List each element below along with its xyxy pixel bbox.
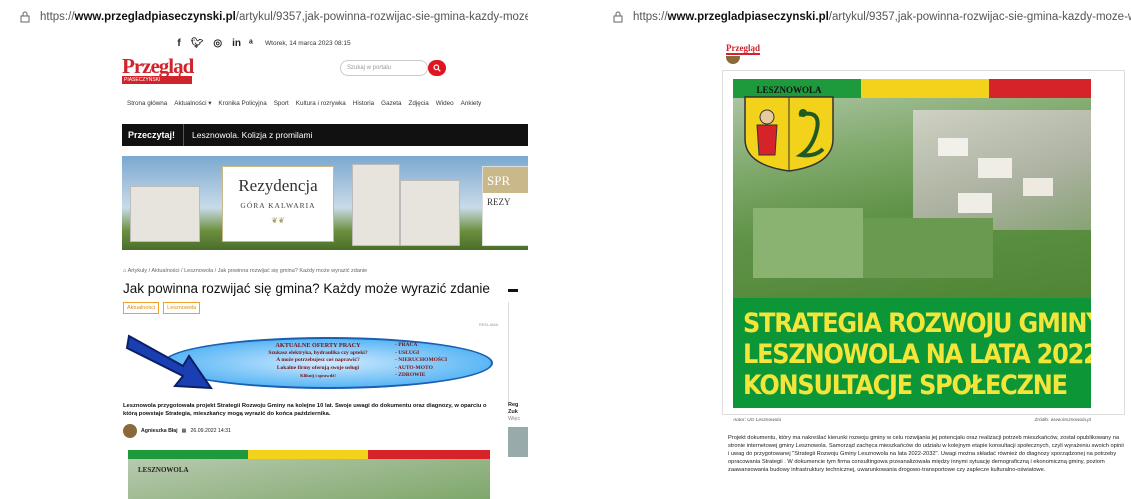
ad-line4: Lokalne firmy oferują swoje usługi: [276, 364, 360, 371]
headline-line-3: KONSULTACJE SPOŁECZNE: [743, 369, 1068, 401]
sidebar-text-1[interactable]: Reg: [508, 402, 528, 409]
banner-side-panel: SPR REZY: [482, 166, 528, 246]
emblem-caption: LESZNOWOLA: [756, 85, 822, 95]
banner-side-top: SPR: [483, 167, 528, 193]
author-name[interactable]: Agnieszka Błaj: [141, 428, 178, 434]
url-domain: www.przegladpiaseczynski.pl: [667, 11, 829, 23]
nav-item[interactable]: Kultura i rozrywka: [296, 100, 346, 107]
url-domain: www.przegladpiaseczynski.pl: [74, 11, 236, 23]
logo-text: Przegląd: [122, 54, 194, 78]
ad-cat-4: - AUTO-MOTO: [395, 364, 433, 371]
ad-cat-5: - ZDROWIE: [395, 372, 426, 378]
url-prefix: https://: [40, 11, 75, 23]
home-icon[interactable]: ⌂: [123, 268, 126, 274]
sidebar-text-2[interactable]: Zuk: [508, 409, 528, 416]
image-credit: Autor: UG Lesznowola Źródło: www.lesznow…: [733, 418, 1091, 423]
ad-label: REKLAMA: [479, 322, 499, 327]
banner-title: Rezydencja: [238, 176, 318, 195]
article-body: Projekt dokumentu, który ma nakreślać ki…: [728, 435, 1124, 473]
site-logo[interactable]: Przegląd PIASECZYŃSKI: [122, 54, 194, 86]
right-sidebar-partial: Reg Zuk Więc: [508, 283, 528, 483]
avatar-partial: [726, 56, 740, 64]
site-header: Przegląd PIASECZYŃSKI Szukaj w portalu: [0, 52, 528, 92]
thumb-label: LESZNOWOLA: [138, 466, 189, 474]
twitter-icon[interactable]: 🐦︎: [191, 38, 204, 49]
search-button[interactable]: [428, 60, 446, 76]
ad-line1: AKTUALNE OFERTY PRACY: [275, 342, 361, 349]
author-date: 26.09.2022 14:31: [190, 428, 231, 434]
ad-line3: A może potrzebujesz coś naprawić?: [276, 357, 360, 363]
headline-line-1: STRATEGIA ROZWOJU GMINY: [743, 307, 1091, 339]
url-path: /artykul/9357,jak-powinna-rozwijac-sie-g…: [235, 11, 528, 23]
credit-source: Źródło: www.lesznowola.pl: [1034, 418, 1091, 423]
banner-side-mid: REZY: [487, 197, 511, 207]
ornament-icon: ❦❦: [271, 216, 285, 225]
article-lead: Lesznowola przygotowała projekt Strategi…: [123, 403, 487, 417]
read-also-bar[interactable]: Przeczytaj! Lesznowola. Kolizja z promil…: [122, 124, 528, 146]
tag-lesznowola[interactable]: Lesznowola: [163, 302, 201, 314]
arrow-icon: [125, 334, 213, 390]
site-logo-small[interactable]: Przegląd: [726, 44, 760, 55]
article-tags: Aktualności Lesznowola: [123, 302, 201, 314]
banner-card: Rezydencja GÓRA KALWARIA ❦❦: [222, 166, 334, 242]
sidebar-text-3[interactable]: Więc: [508, 416, 528, 423]
linkedin-icon[interactable]: in: [232, 38, 241, 49]
nav-item[interactable]: Kronika Policyjna: [218, 100, 266, 107]
lock-icon: [20, 9, 30, 25]
nav-item[interactable]: Aktualności ▾: [174, 100, 211, 107]
ad-cat-2: - USŁUGI: [395, 349, 420, 356]
ad-line5: Kliknij i sprawdź!: [300, 373, 336, 378]
left-browser-pane: https://www.przegladpiaseczynski.pl/arty…: [0, 0, 528, 499]
main-nav: Strona główna Aktualności ▾ Kronika Policy…: [0, 92, 528, 114]
ad-categories: - PRACA - USŁUGI - NIERUCHOMOŚCI - AUTO-…: [395, 342, 447, 380]
headline-band: STRATEGIA ROZWOJU GMINY LESZNOWOLA NA LA…: [733, 298, 1091, 408]
author-line: Agnieszka Błaj ▦ 26.09.2022 14:31: [123, 424, 231, 438]
ad-text: AKTUALNE OFERTY PRACY Szukasz elektryka,…: [233, 342, 403, 380]
address-bar[interactable]: https://www.przegladpiaseczynski.pl/arty…: [0, 0, 528, 34]
nav-item[interactable]: Wideo: [436, 100, 454, 107]
shield-icon: [744, 96, 834, 172]
ad-cat-1: - PRACA: [395, 342, 418, 348]
nav-item[interactable]: Sport: [274, 100, 289, 107]
lock-icon: [613, 9, 623, 25]
nav-item[interactable]: Gazeta: [381, 100, 401, 107]
current-date: Wtorek, 14 marca 2023 08:15: [265, 39, 351, 47]
social-bar: f 🐦︎ ◎ in ͣ Wtorek, 14 marca 2023 08:15: [0, 34, 528, 52]
article-main-image[interactable]: LESZNOWOLA STRATEGIA ROZWOJU GMINY LESZN…: [733, 79, 1091, 408]
headline-line-2: LESZNOWOLA NA LATA 2022-2032: [743, 338, 1091, 370]
credit-author: Autor: UG Lesznowola: [733, 418, 781, 423]
url-prefix: https://: [633, 11, 668, 23]
facebook-icon[interactable]: f: [177, 38, 180, 49]
address-bar-right[interactable]: https://www.przegladpiaseczynski.pl/arty…: [603, 0, 1131, 34]
url-path: /artykul/9357,jak-powinna-rozwijac-sie-g…: [828, 11, 1131, 23]
article-image-thumb[interactable]: LESZNOWOLA: [128, 450, 490, 499]
search-icon: [433, 64, 441, 72]
ad-cat-3: - NIERUCHOMOŚCI: [395, 357, 448, 363]
breadcrumb: ⌂ Artykuły / Aktualności / Lesznowola / …: [123, 268, 367, 274]
nav-item[interactable]: Ankiety: [461, 100, 482, 107]
breadcrumb-text[interactable]: Artykuły / Aktualności / Lesznowola / Ja…: [128, 268, 368, 274]
ad-line2: Szukasz elektryka, hydraulika czy apteki…: [268, 349, 368, 356]
tag-aktualnosci[interactable]: Aktualności: [123, 302, 160, 314]
calendar-icon: ▦: [181, 428, 187, 434]
nav-item[interactable]: Historia: [353, 100, 374, 107]
ad-banner-rezydencja[interactable]: Rezydencja GÓRA KALWARIA ❦❦ SPR REZY: [122, 156, 528, 250]
read-also-label: Przeczytaj!: [128, 130, 176, 140]
search-input[interactable]: Szukaj w portalu: [340, 60, 428, 76]
right-browser-pane: https://www.przegladpiaseczynski.pl/arty…: [603, 0, 1131, 499]
banner-subtitle: GÓRA KALWARIA: [240, 201, 316, 210]
instagram-icon[interactable]: ◎: [213, 38, 222, 49]
nav-item[interactable]: Strona główna: [127, 100, 167, 107]
nav-item[interactable]: Zdjęcia: [408, 100, 428, 107]
read-also-link[interactable]: Lesznowola. Kolizja z promilami: [192, 130, 312, 140]
ad-jobs-banner[interactable]: AKTUALNE OFERTY PRACY Szukasz elektryka,…: [123, 330, 495, 394]
article-title: Jak powinna rozwijać się gmina? Każdy mo…: [123, 281, 490, 296]
coat-of-arms: LESZNOWOLA: [741, 85, 837, 175]
avatar: [123, 424, 137, 438]
